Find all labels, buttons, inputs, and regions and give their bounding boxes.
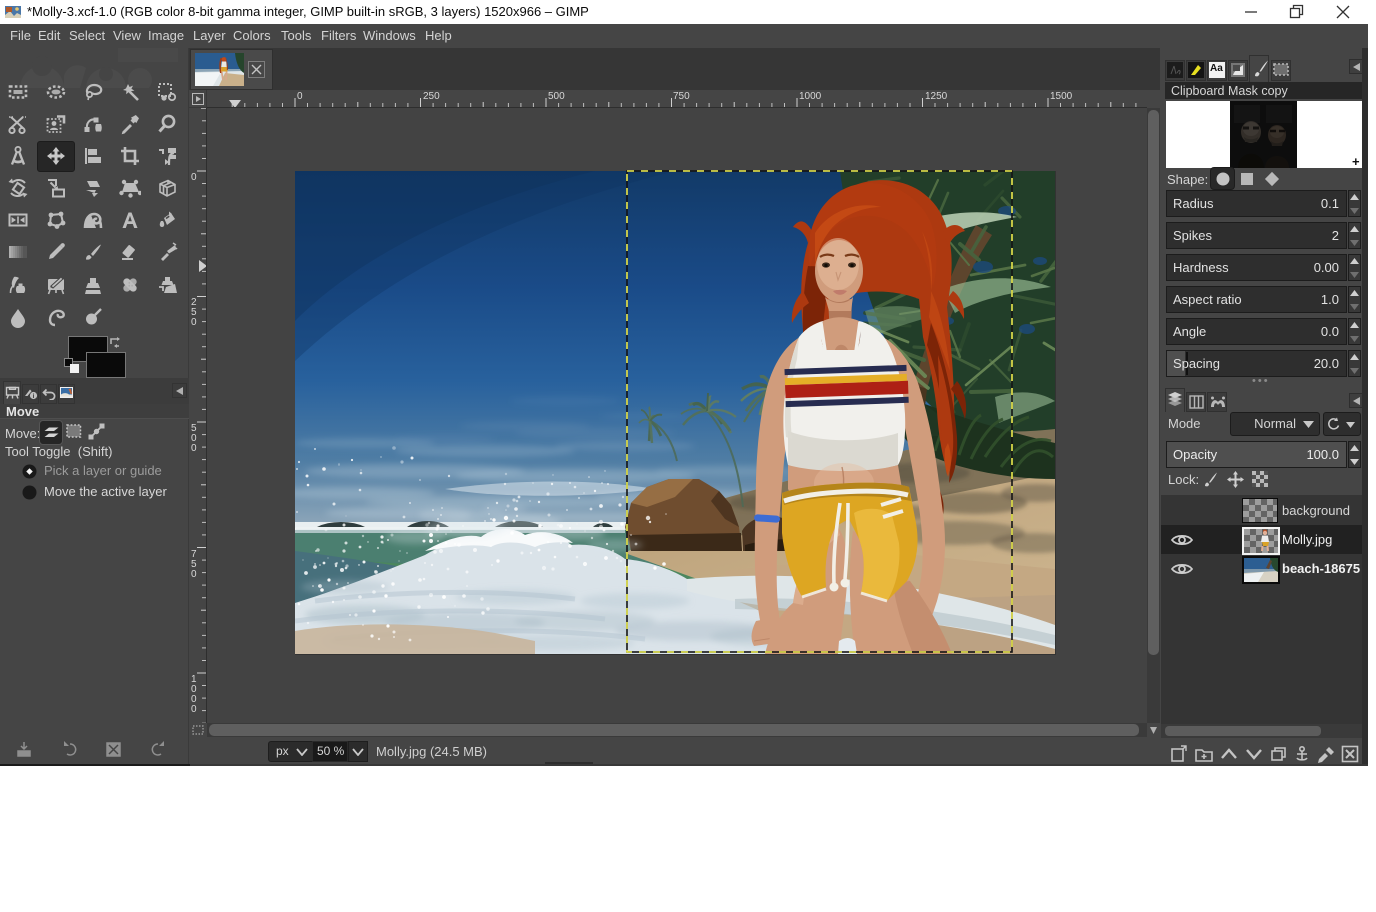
svg-text:i: i	[33, 393, 35, 400]
